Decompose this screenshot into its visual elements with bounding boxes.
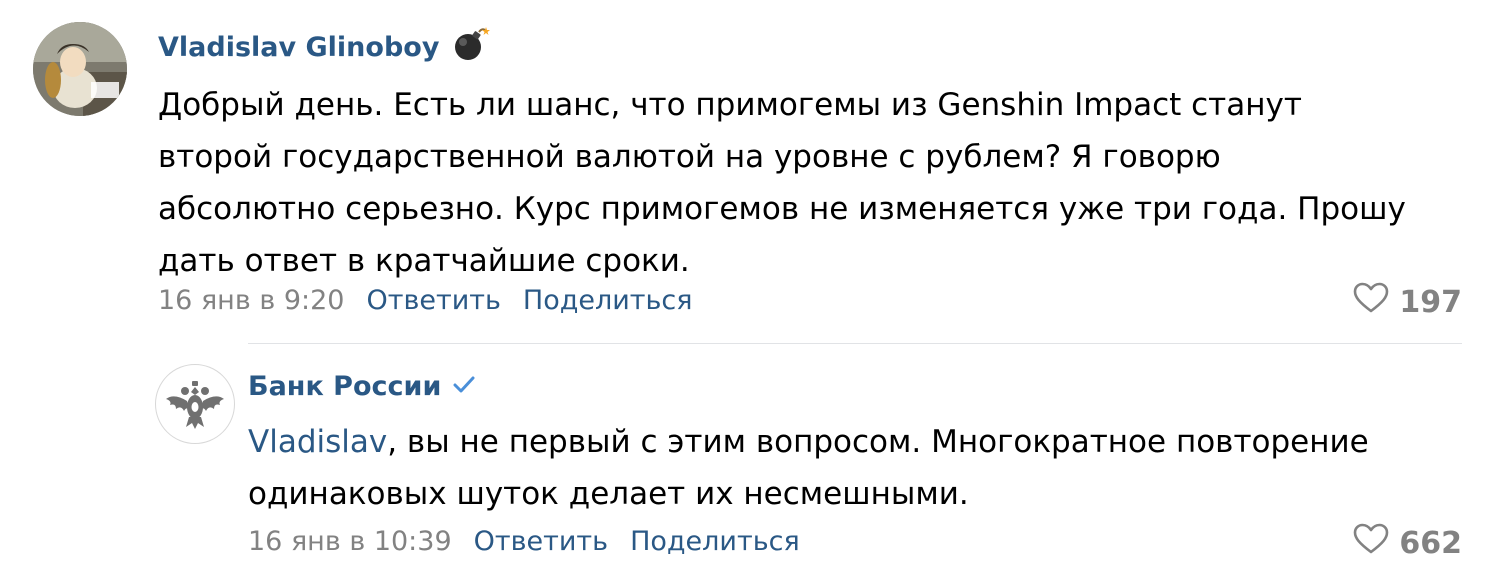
comment-text-line: одинаковых шуток делает их несмешными. bbox=[248, 476, 969, 512]
heart-icon bbox=[1353, 523, 1389, 563]
bomb-icon bbox=[451, 26, 491, 69]
user-avatar-icon bbox=[33, 22, 127, 116]
comment-author[interactable]: Vladislav Glinoboy bbox=[158, 26, 491, 69]
comment-text-line: Vladislav, вы не первый с этим вопросом.… bbox=[248, 416, 1369, 468]
mention-link[interactable]: Vladislav bbox=[248, 424, 387, 460]
like-button[interactable]: 662 bbox=[1353, 523, 1462, 563]
comment-text-line: второй государственной валютой на уровне… bbox=[158, 139, 1221, 175]
heart-icon bbox=[1353, 282, 1389, 322]
timestamp[interactable]: 16 янв в 9:20 bbox=[158, 285, 344, 316]
comment-text: Vladislav, вы не первый с этим вопросом.… bbox=[248, 416, 1369, 520]
share-button[interactable]: Поделиться bbox=[523, 285, 693, 316]
comment-meta: 16 янв в 9:20 Ответить Поделиться bbox=[158, 285, 693, 316]
reply-button[interactable]: Ответить bbox=[474, 526, 608, 557]
share-button[interactable]: Поделиться bbox=[630, 526, 800, 557]
avatar[interactable] bbox=[155, 364, 235, 444]
comment-meta: 16 янв в 10:39 Ответить Поделиться bbox=[248, 526, 800, 557]
comment-author[interactable]: Банк России bbox=[248, 371, 475, 402]
author-name[interactable]: Vladislav Glinoboy bbox=[158, 32, 439, 63]
comment-text-segment: , вы не первый с этим вопросом. Многокра… bbox=[387, 424, 1369, 460]
timestamp[interactable]: 16 янв в 10:39 bbox=[248, 526, 452, 557]
verified-check-icon bbox=[453, 371, 475, 402]
like-count: 662 bbox=[1399, 525, 1462, 561]
author-name[interactable]: Банк России bbox=[248, 371, 441, 402]
double-headed-eagle-logo bbox=[157, 366, 233, 442]
comment-text-line: абсолютно серьезно. Курс примогемов не и… bbox=[158, 191, 1406, 227]
reply-button[interactable]: Ответить bbox=[366, 285, 500, 316]
like-button[interactable]: 197 bbox=[1353, 282, 1462, 322]
comment-text: Добрый день. Есть ли шанс, что примогемы… bbox=[158, 79, 1406, 287]
avatar[interactable] bbox=[33, 22, 127, 116]
comment-text-line: дать ответ в кратчайшие сроки. bbox=[158, 243, 690, 279]
comment: Vladislav Glinoboy Добрый день. Есть ли … bbox=[0, 0, 1500, 340]
comment-text-line: Добрый день. Есть ли шанс, что примогемы… bbox=[158, 87, 1302, 123]
like-count: 197 bbox=[1399, 284, 1462, 320]
